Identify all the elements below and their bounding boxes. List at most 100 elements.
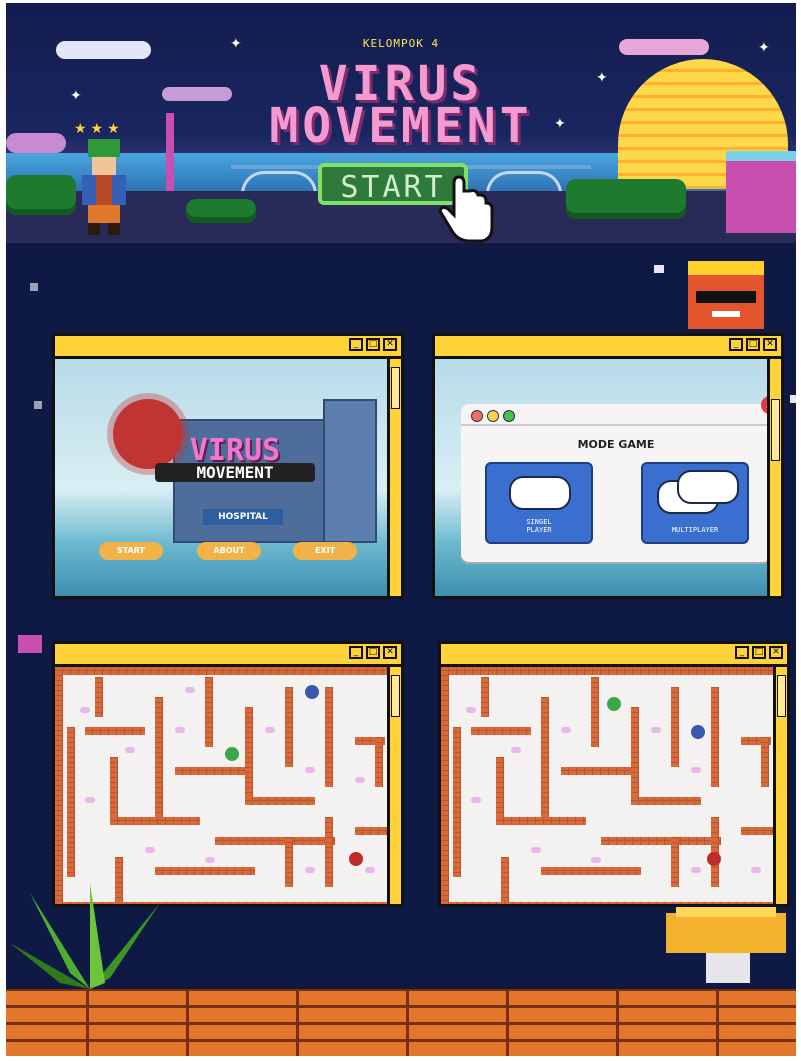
maze-wall: [501, 857, 509, 902]
bush: [186, 199, 256, 223]
star-icon: ✦: [758, 40, 770, 56]
pill: [691, 767, 701, 773]
game-poster: ✦ ✦ ✦ ✦ ✦ ★★★ KELOMPOK 4 VIRUS MOVEMENT: [6, 3, 796, 1056]
brick-seam: [86, 989, 89, 1056]
scrollbar[interactable]: [773, 667, 787, 904]
mode-title: MODE GAME: [577, 438, 655, 451]
maze-wall: [155, 867, 255, 875]
hospital-sign: HOSPITAL: [203, 509, 283, 525]
pill: [305, 867, 315, 873]
maze-wall: [110, 757, 118, 817]
scroll-thumb[interactable]: [391, 367, 400, 409]
maze-screen: [441, 667, 773, 904]
menu-start-button[interactable]: START: [99, 542, 163, 560]
minimize-icon[interactable]: _: [729, 338, 743, 351]
pixel-mushroom: [666, 907, 786, 983]
menu-about-button[interactable]: ABOUT: [197, 542, 261, 560]
gamepads-icon: [677, 470, 739, 504]
enemy-virus-sprite: [305, 685, 319, 699]
player-virus-sprite: [607, 697, 621, 711]
pill: [471, 797, 481, 803]
pixel-shop: [726, 151, 796, 233]
menu-exit-button[interactable]: EXIT: [293, 542, 357, 560]
menu-screen: VIRUS MOVEMENT HOSPITAL START ABOUT EXIT: [55, 359, 387, 596]
maze-wall: [285, 837, 293, 887]
maze-wall: [711, 687, 719, 787]
scrollbar[interactable]: [767, 359, 781, 596]
maze-wall: [155, 697, 163, 817]
maze-screen-window: _ □ ✕: [438, 641, 790, 907]
pill: [365, 867, 375, 873]
close-icon[interactable]: ✕: [763, 338, 777, 351]
single-player-label: SINGEL PLAYER: [526, 518, 552, 534]
close-icon[interactable]: ✕: [383, 646, 397, 659]
maximize-icon[interactable]: □: [752, 646, 766, 659]
scroll-thumb[interactable]: [777, 675, 786, 717]
maximize-icon[interactable]: □: [366, 338, 380, 351]
brick-seam: [506, 989, 509, 1056]
maze-wall: [441, 667, 449, 904]
maze-wall: [631, 797, 701, 805]
brick-seam: [406, 989, 409, 1056]
title-banner: ✦ ✦ ✦ ✦ ✦ ★★★ KELOMPOK 4 VIRUS MOVEMENT: [6, 3, 796, 243]
close-icon[interactable]: ✕: [383, 338, 397, 351]
maze-wall: [205, 677, 213, 747]
single-player-button[interactable]: SINGEL PLAYER: [485, 462, 593, 544]
pill: [265, 727, 275, 733]
maze: [55, 667, 387, 904]
game-title: VIRUS MOVEMENT: [156, 60, 646, 150]
pill: [511, 747, 521, 753]
close-icon[interactable]: ✕: [769, 646, 783, 659]
pill: [561, 727, 571, 733]
player-virus-sprite: [225, 747, 239, 761]
maze: [441, 667, 773, 904]
maze-wall: [85, 727, 145, 735]
cloud: [619, 39, 709, 55]
maze-wall: [110, 817, 200, 825]
maze-wall: [55, 667, 63, 904]
scrollbar[interactable]: [387, 667, 401, 904]
maximize-icon[interactable]: □: [366, 646, 380, 659]
pixel-plant: [10, 883, 160, 989]
scrollbar[interactable]: [387, 359, 401, 596]
player-character: [82, 139, 126, 235]
red-dot-icon: [471, 410, 483, 422]
hand-pointer-icon: [438, 175, 494, 243]
maze-wall: [631, 707, 639, 797]
maze-wall: [496, 817, 586, 825]
scroll-thumb[interactable]: [391, 675, 400, 717]
maximize-icon[interactable]: □: [746, 338, 760, 351]
star-icon: ✦: [230, 36, 242, 52]
mode-screen: ✕ MODE GAME SINGEL PLAYER MULTIPLAYER: [435, 359, 767, 596]
bush: [6, 175, 76, 215]
brick-seam: [716, 989, 719, 1056]
maze-wall: [453, 727, 461, 877]
maze-wall: [541, 867, 641, 875]
enemy-virus-sprite: [349, 852, 363, 866]
pixel-speck: [34, 401, 42, 409]
multiplayer-button[interactable]: MULTIPLAYER: [641, 462, 749, 544]
maze-wall: [67, 727, 75, 877]
scroll-thumb[interactable]: [771, 399, 780, 461]
minimize-icon[interactable]: _: [735, 646, 749, 659]
brick-seam: [296, 989, 299, 1056]
cloud: [56, 41, 151, 59]
pill: [85, 797, 95, 803]
enemy-virus-sprite: [691, 725, 705, 739]
pill: [531, 847, 541, 853]
maze-wall: [325, 817, 333, 887]
maze-wall: [741, 827, 773, 835]
maze-wall: [441, 667, 773, 675]
maze-wall: [541, 697, 549, 817]
window-title-bar: _ □ ✕: [435, 336, 781, 359]
pill: [591, 857, 601, 863]
maze-wall: [561, 767, 631, 775]
maze-wall: [175, 767, 245, 775]
minimize-icon[interactable]: _: [349, 338, 363, 351]
minimize-icon[interactable]: _: [349, 646, 363, 659]
pill: [691, 867, 701, 873]
star-icon: ✦: [70, 88, 82, 104]
window-title-bar: _ □ ✕: [55, 644, 401, 667]
maze-wall: [591, 677, 599, 747]
pill: [305, 767, 315, 773]
